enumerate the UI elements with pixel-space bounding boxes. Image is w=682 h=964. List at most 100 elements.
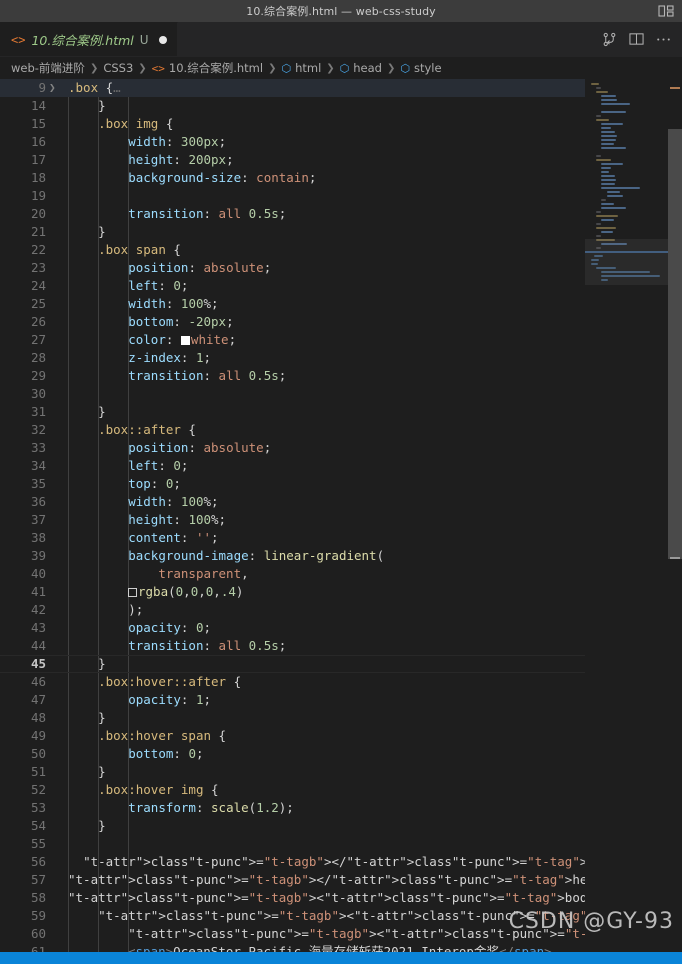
code-line[interactable]: 48 } — [0, 709, 585, 727]
code-line[interactable]: 59 "t-attr">class"t-punc">="t-tagb"><"t-… — [0, 907, 585, 925]
code-line[interactable]: 47 opacity: 1; — [0, 691, 585, 709]
minimap-line — [596, 155, 602, 157]
line-number: 56 — [30, 854, 46, 869]
breadcrumb-item-1[interactable]: CSS3 — [103, 61, 133, 75]
html5-file-icon: <> — [151, 61, 165, 75]
minimap-slider[interactable] — [585, 239, 668, 285]
code-line[interactable]: 17 height: 200px; — [0, 151, 585, 169]
split-editor-icon[interactable] — [628, 31, 645, 48]
minimap-line — [601, 143, 615, 145]
breadcrumb-item-2[interactable]: <> 10.综合案例.html — [152, 60, 263, 76]
code-line[interactable]: 61 <span>OceanStor Pacific 海量存储斩获2021 Int… — [0, 943, 585, 952]
code-line[interactable]: 52 .box:hover img { — [0, 781, 585, 799]
code-editor[interactable]: 9 ❯ .box {… 14 } 15 .box img {16 width: 300p… — [0, 79, 682, 952]
code-line[interactable]: 32 .box::after { — [0, 421, 585, 439]
code-line[interactable]: 51 } — [0, 763, 585, 781]
tab-dirty-indicator[interactable] — [158, 35, 167, 44]
code-line[interactable]: 42 ); — [0, 601, 585, 619]
fold-chevron-icon[interactable]: ❯ — [49, 79, 61, 97]
breadcrumb-item-5[interactable]: ⬡ style — [400, 61, 441, 75]
code-line[interactable]: 37 height: 100%; — [0, 511, 585, 529]
minimap-line — [596, 211, 602, 213]
code-line[interactable]: 53 transform: scale(1.2); — [0, 799, 585, 817]
code-line[interactable]: 39 background-image: linear-gradient( — [0, 547, 585, 565]
code-line[interactable]: 31 } — [0, 403, 585, 421]
scrollbar-thumb[interactable] — [668, 129, 682, 559]
code-line[interactable]: 49 .box:hover span { — [0, 727, 585, 745]
code-line[interactable]: 36 width: 100%; — [0, 493, 585, 511]
line-number: 46 — [30, 674, 46, 689]
breadcrumb-item-3[interactable]: ⬡ html — [281, 61, 321, 75]
breadcrumb-item-4[interactable]: ⬡ head — [340, 61, 382, 75]
code-line[interactable]: 44 transition: all 0.5s; — [0, 637, 585, 655]
code-line[interactable]: 43 opacity: 0; — [0, 619, 585, 637]
minimap-line — [601, 183, 616, 185]
status-bar[interactable] — [0, 952, 682, 964]
line-number: 39 — [30, 548, 46, 563]
code-line[interactable]: 19 — [0, 187, 585, 205]
minimap-line — [601, 139, 617, 141]
code-line[interactable]: 35 top: 0; — [0, 475, 585, 493]
code-line[interactable]: 25 width: 100%; — [0, 295, 585, 313]
line-number: 42 — [30, 602, 46, 617]
minimap-line — [601, 207, 626, 209]
breadcrumb-item-0[interactable]: web-前端进阶 — [11, 60, 85, 76]
color-swatch-rgba[interactable] — [128, 588, 137, 597]
minimap-line — [601, 123, 624, 125]
code-line[interactable]: 50 bottom: 0; — [0, 745, 585, 763]
code-line[interactable]: 9 ❯ .box {… — [0, 79, 585, 97]
title-bar: 10.综合案例.html — web-css-study — [0, 0, 682, 22]
code-line[interactable]: 21 } — [0, 223, 585, 241]
line-number: 27 — [30, 332, 46, 347]
code-line[interactable]: 38 content: ''; — [0, 529, 585, 547]
code-line[interactable]: 55 — [0, 835, 585, 853]
minimap[interactable] — [585, 79, 668, 952]
editor-tab-active[interactable]: <> 10.综合案例.html U — [0, 22, 178, 56]
more-actions-icon[interactable] — [655, 31, 672, 48]
code-line[interactable]: 23 position: absolute; — [0, 259, 585, 277]
code-line[interactable]: 24 left: 0; — [0, 277, 585, 295]
breadcrumb-separator: ❯ — [89, 62, 99, 74]
code-line[interactable]: 58 "t-attr">class"t-punc">="t-tagb"><"t-a… — [0, 889, 585, 907]
minimap-line — [606, 191, 621, 193]
code-line[interactable]: 41 rgba(0,0,0,.4) — [0, 583, 585, 601]
code-text: .box span { — [98, 242, 181, 257]
code-text: } — [98, 656, 106, 671]
code-line[interactable]: 54 } — [0, 817, 585, 835]
code-line[interactable]: 29 transition: all 0.5s; — [0, 367, 585, 385]
code-line[interactable]: 45 } — [0, 655, 585, 673]
code-lines-container[interactable]: 9 ❯ .box {… 14 } 15 .box img {16 width: 300p… — [0, 79, 585, 952]
vertical-scrollbar[interactable] — [668, 79, 682, 952]
code-line[interactable]: 56 "t-attr">class"t-punc">="t-tagb"></"t… — [0, 853, 585, 871]
code-line[interactable]: 34 left: 0; — [0, 457, 585, 475]
minimap-line — [601, 187, 641, 189]
line-number: 19 — [30, 188, 46, 203]
code-line[interactable]: 15 .box img { — [0, 115, 585, 133]
code-line[interactable]: 60 "t-attr">class"t-punc">="t-tagb"><"t-… — [0, 925, 585, 943]
editor-layout-icon[interactable] — [658, 5, 674, 18]
code-line[interactable]: 46 .box:hover::after { — [0, 673, 585, 691]
color-swatch-white[interactable] — [180, 336, 190, 345]
code-text: background-size: contain; — [128, 170, 317, 185]
code-line[interactable]: 26 bottom: -20px; — [0, 313, 585, 331]
code-line[interactable]: 27 color: white; — [0, 331, 585, 349]
code-line[interactable]: 16 width: 300px; — [0, 133, 585, 151]
code-text: position: absolute; — [128, 260, 272, 275]
line-number: 9 — [38, 80, 46, 95]
code-line[interactable]: 18 background-size: contain; — [0, 169, 585, 187]
code-line[interactable]: 30 — [0, 385, 585, 403]
tab-git-status: U — [139, 32, 149, 47]
code-line[interactable]: 28 z-index: 1; — [0, 349, 585, 367]
code-line[interactable]: 20 transition: all 0.5s; — [0, 205, 585, 223]
code-text: opacity: 1; — [128, 692, 212, 707]
split-compare-icon[interactable] — [601, 31, 618, 48]
code-line[interactable]: 22 .box span { — [0, 241, 585, 259]
minimap-line — [601, 199, 607, 201]
code-line[interactable]: 40 transparent, — [0, 565, 585, 583]
minimap-line — [601, 131, 616, 133]
code-line[interactable]: 57 "t-attr">class"t-punc">="t-tagb"></"t-… — [0, 871, 585, 889]
code-line[interactable]: 14 } — [0, 97, 585, 115]
line-number: 37 — [30, 512, 46, 527]
code-text: transform: scale(1.2); — [128, 800, 294, 815]
code-line[interactable]: 33 position: absolute; — [0, 439, 585, 457]
